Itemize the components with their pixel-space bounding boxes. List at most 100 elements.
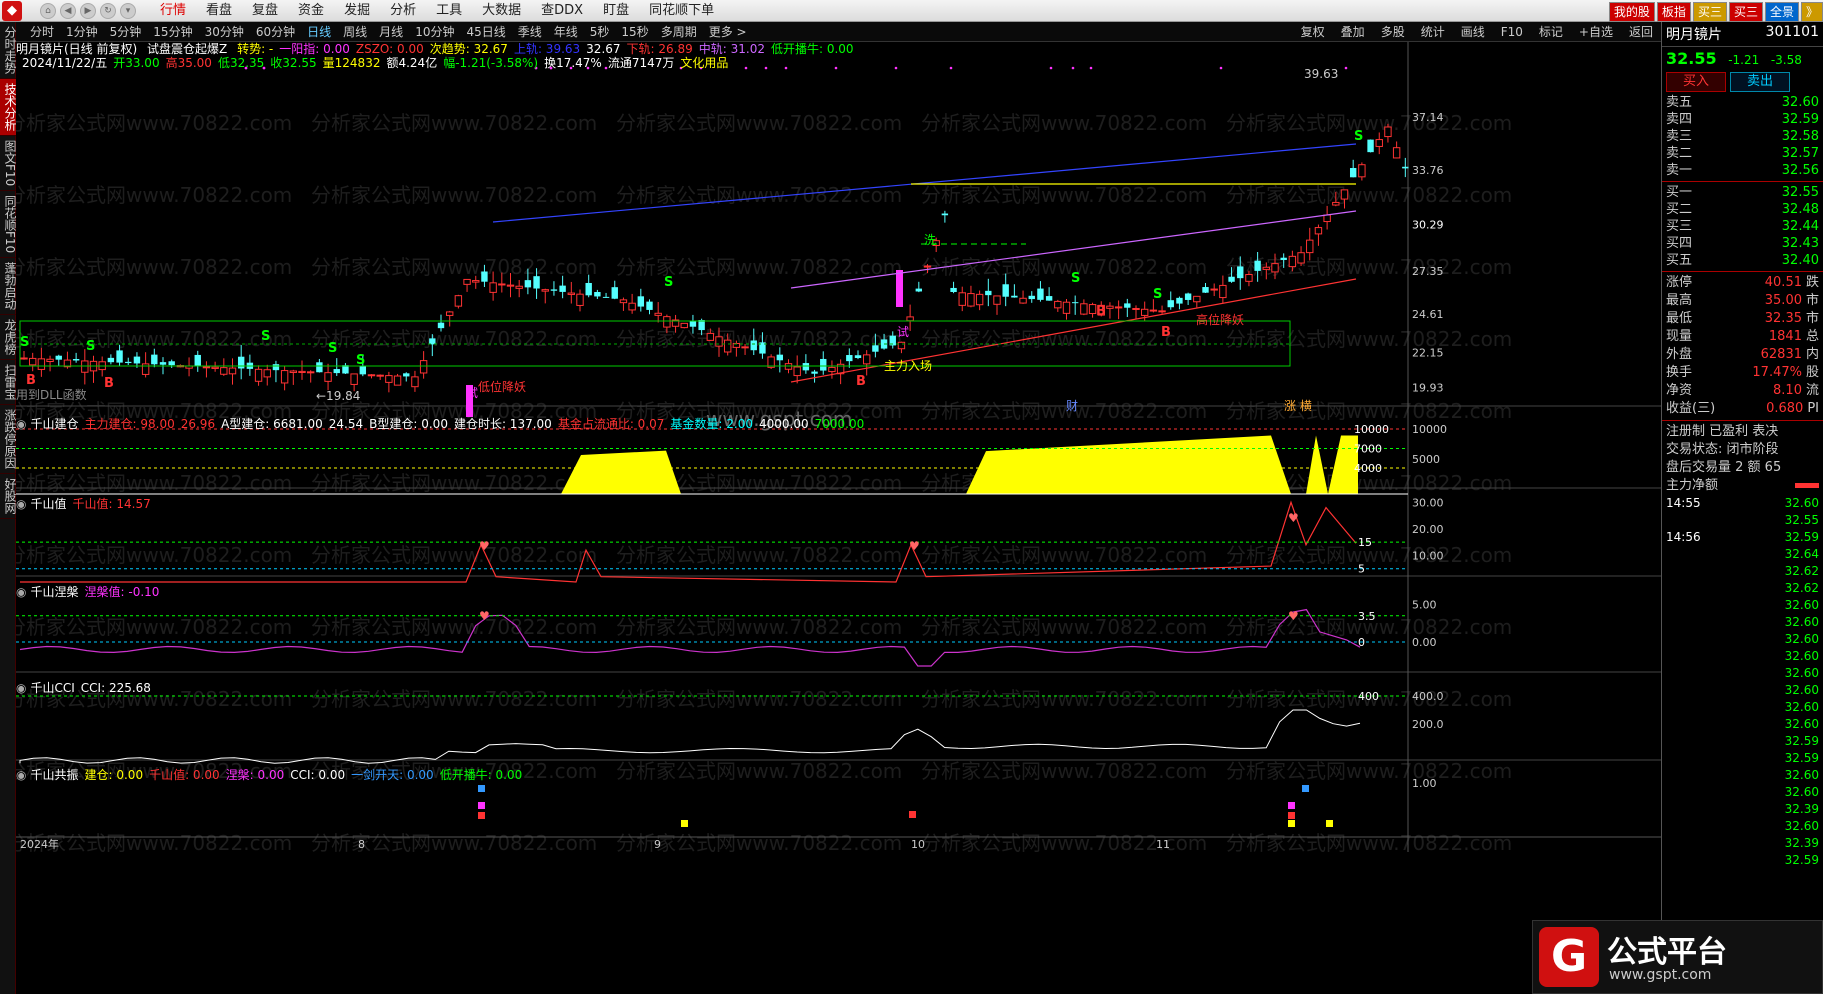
ask-list: 卖五 32.60 卖四 32.59 卖三 32.58 卖二 32.57 卖一 32.56 [1662, 94, 1823, 179]
tool-button[interactable]: 统计 [1413, 24, 1453, 40]
panel-toggle-icon[interactable]: ◉ [16, 497, 26, 511]
menu-item[interactable]: 盯盘 [593, 0, 639, 22]
tool-button[interactable]: 复权 [1293, 24, 1333, 40]
candle-body [1132, 308, 1140, 310]
period-tab[interactable]: 15分钟 [147, 24, 198, 40]
period-tab[interactable]: 45日线 [460, 24, 511, 40]
panel-title[interactable]: 千山建仓 [30, 417, 78, 431]
orderbook-label: 买三 [1666, 219, 1693, 234]
tick-row: 32.60 [1662, 699, 1823, 716]
period-tab[interactable]: 多周期 [655, 24, 703, 40]
panel-title[interactable]: 千山值 [30, 497, 66, 511]
candle-body [967, 293, 975, 307]
top-right-button[interactable]: 买三 [1728, 2, 1763, 22]
period-tab[interactable]: 5秒 [584, 24, 616, 40]
left-tab[interactable]: 分时走势 [0, 22, 17, 79]
candle-body [594, 292, 601, 297]
menu-item[interactable]: 资金 [288, 0, 334, 22]
forward-icon[interactable]: ▶ [80, 3, 96, 19]
tool-button[interactable]: 标记 [1531, 24, 1571, 40]
chart-annotation: 财 [1066, 399, 1078, 413]
period-tab[interactable]: 分时 [24, 24, 60, 40]
buy-button[interactable]: 买入 [1666, 72, 1726, 92]
chart-area[interactable]: 分析家公式网www.70822.com 分析家公式网www.70822.com 分析… [16, 42, 1661, 994]
period-tab[interactable]: 更多 > [703, 24, 753, 40]
tool-button[interactable]: F10 [1493, 24, 1531, 40]
stock-name: 明月镜片 [1666, 27, 1722, 43]
panel-title[interactable]: 千山共振 [30, 768, 78, 782]
resonance-marker [478, 785, 485, 792]
signal-dot [1049, 66, 1053, 70]
period-toolbar: 分时 1分钟 5分钟 15分钟 30分钟 60分钟 日线 周线 月线 10分钟 45日线 季线 年线 5秒… [16, 22, 1661, 42]
tool-button[interactable]: +自选 [1571, 24, 1621, 40]
stat-row: 最高 35.00 市 [1662, 292, 1823, 310]
back-icon[interactable]: ◀ [60, 3, 76, 19]
chart-header-line2: 2024/11/22/五 开33.00 高35.00 低32.35 收32.55 量124… [16, 56, 728, 70]
top-right-button[interactable]: 我的股 [1608, 2, 1655, 22]
panel-value: 涅槃: 0.00 [225, 768, 285, 782]
menu-item[interactable]: 分析 [380, 0, 426, 22]
top-right-button[interactable]: 板指 [1656, 2, 1691, 22]
period-tab[interactable]: 周线 [337, 24, 373, 40]
panel-toggle-icon[interactable]: ◉ [16, 585, 26, 599]
tool-button[interactable]: 返回 [1621, 24, 1661, 40]
candle-body [750, 340, 757, 351]
period-tab[interactable]: 30分钟 [199, 24, 250, 40]
period-tab[interactable]: 60分钟 [250, 24, 301, 40]
candle-body [1323, 214, 1331, 223]
left-tab[interactable]: 图文F10 [0, 136, 17, 192]
panel-toggle-icon[interactable]: ◉ [16, 417, 26, 431]
sell-marker: S [86, 339, 95, 354]
period-tab[interactable]: 日线 [301, 24, 337, 40]
period-tab[interactable]: 5分钟 [104, 24, 148, 40]
top-right-button[interactable]: 全景 [1764, 2, 1799, 22]
indicator-name[interactable]: 试盘震仓起爆Z [147, 42, 227, 56]
period-tab[interactable]: 季线 [512, 24, 548, 40]
date-axis-label: 11 [1156, 838, 1170, 851]
left-tab[interactable]: 龙虎榜 [0, 315, 17, 361]
menu-item[interactable]: 大数据 [472, 0, 531, 22]
watermark: 分析家公式网www.70822.com [921, 687, 1207, 711]
kline-chart-svg[interactable]: 分析家公式网www.70822.com 分析家公式网www.70822.com 分析… [16, 42, 1661, 994]
home-icon[interactable]: ⌂ [40, 3, 56, 19]
left-tab[interactable]: 同花顺F10 [0, 191, 17, 259]
candle-body [793, 366, 801, 377]
panel-toggle-icon[interactable]: ◉ [16, 681, 26, 695]
left-tab[interactable]: 好股网 [0, 474, 17, 520]
menu-item[interactable]: 发掘 [334, 0, 380, 22]
menu-item[interactable]: 复盘 [242, 0, 288, 22]
panel-toggle-icon[interactable]: ◉ [16, 768, 26, 782]
left-tab[interactable]: 涨跌停原因 [0, 405, 17, 475]
refresh-icon[interactable]: ↻ [100, 3, 116, 19]
menu-item[interactable]: 看盘 [196, 0, 242, 22]
candle-body [220, 367, 228, 375]
candle-body [37, 358, 46, 370]
menu-item[interactable]: 同花顺下单 [639, 0, 724, 22]
panel-title[interactable]: 千山涅槃 [30, 585, 78, 599]
menu-item[interactable]: 工具 [426, 0, 472, 22]
tool-button[interactable]: 叠加 [1333, 24, 1373, 40]
period-tab[interactable]: 年线 [548, 24, 584, 40]
down-icon[interactable]: ▾ [120, 3, 136, 19]
top-right-button[interactable]: 买三 [1692, 2, 1727, 22]
tool-button[interactable]: 画线 [1453, 24, 1493, 40]
panel-title[interactable]: 千山CCI [30, 681, 74, 695]
menu-item[interactable]: 查DDX [531, 0, 593, 22]
left-tab[interactable]: 技术分析 [0, 79, 17, 136]
candle-body [280, 370, 289, 384]
app-logo[interactable]: ◆ [2, 1, 22, 21]
panel2-level-label: 5 [1358, 563, 1365, 576]
candle-body [872, 345, 879, 352]
date-axis-label: 8 [358, 838, 365, 851]
top-right-button[interactable]: 》 [1800, 2, 1823, 22]
candle-body [454, 295, 463, 307]
period-tab[interactable]: 10分钟 [409, 24, 460, 40]
left-tab[interactable]: 蓬勃启动 [0, 258, 17, 316]
period-tab[interactable]: 15秒 [615, 24, 654, 40]
left-tab[interactable]: 扫雷宝 [0, 360, 17, 406]
period-tab[interactable]: 月线 [373, 24, 409, 40]
tool-button[interactable]: 多股 [1373, 24, 1413, 40]
menu-item[interactable]: 行情 [150, 0, 196, 22]
sell-button[interactable]: 卖出 [1730, 72, 1790, 92]
period-tab[interactable]: 1分钟 [60, 24, 104, 40]
